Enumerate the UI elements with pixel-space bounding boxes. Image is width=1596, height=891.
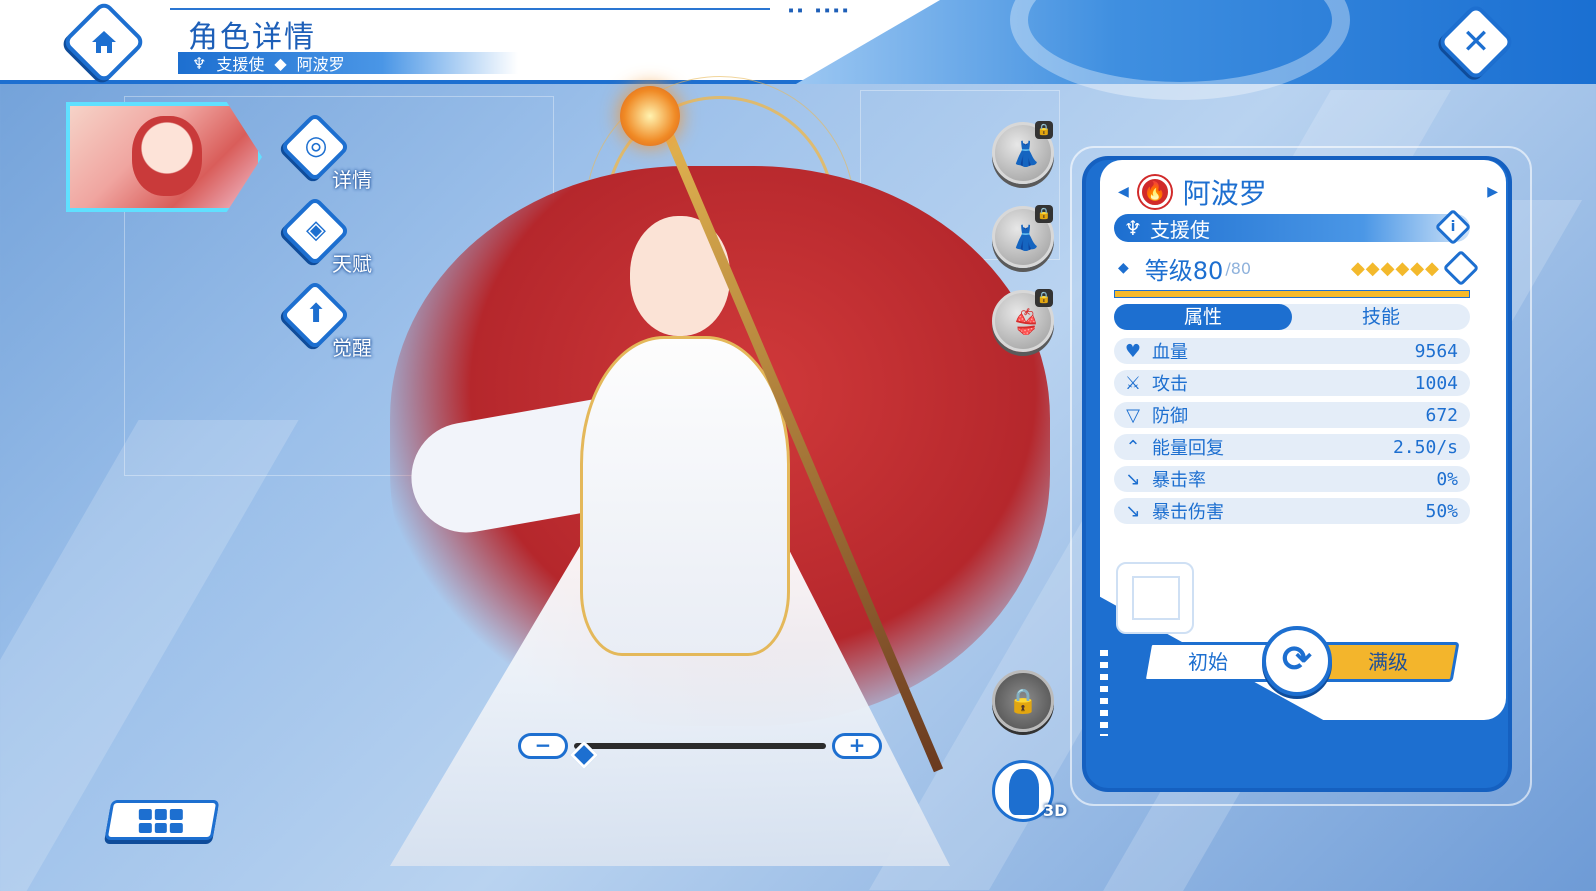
home-icon	[92, 31, 116, 53]
panel-tabs: 属性 技能	[1114, 304, 1470, 330]
shield-icon: ▽	[1126, 404, 1140, 426]
level-max: /80	[1225, 258, 1252, 278]
stat-name: 能量回复	[1152, 438, 1224, 459]
stat-row-crit-damage: ↘ 暴击伤害 50%	[1114, 498, 1470, 524]
stat-row-hp: ♥ 血量 9564	[1114, 338, 1470, 364]
heart-icon: ♥	[1124, 340, 1142, 362]
outfit-dress-2-button[interactable]: 👗 🔒	[992, 205, 1054, 268]
zoom-track[interactable]	[569, 740, 826, 770]
character-list-button[interactable]	[104, 800, 220, 840]
exp-bar	[1114, 290, 1470, 298]
level-preview-toggle: 初始 满级 ⟳	[1142, 626, 1460, 696]
stat-row-energy-regen: ⌃ 能量回复 2.50/s	[1114, 434, 1470, 460]
swimsuit-icon: 👙	[1011, 308, 1041, 336]
role-icon: ♆	[192, 53, 207, 73]
stat-row-defense: ▽ 防御 672	[1114, 402, 1470, 428]
energy-icon: ⌃	[1125, 436, 1141, 458]
prev-character-arrow-icon[interactable]: ◀	[1118, 184, 1129, 200]
lock-icon: 🔒	[1035, 289, 1053, 307]
diamond-bullet-icon: ◆	[274, 53, 287, 73]
close-icon: ✕	[1461, 22, 1491, 62]
level-label: 等级80	[1144, 256, 1224, 285]
stat-value: 0%	[1436, 468, 1458, 490]
role-bar: ♆ 支援使 i	[1114, 208, 1472, 246]
star-rating: ◆◆◆◆◆◆	[1350, 257, 1440, 279]
stat-name: 攻击	[1152, 374, 1188, 395]
outfit-dress-1-button[interactable]: 👗 🔒	[992, 121, 1054, 184]
character-silhouette-icon	[1009, 769, 1039, 815]
panel-tick-decoration	[1100, 650, 1108, 736]
header-role: 支援使	[216, 55, 265, 74]
stat-value: 1004	[1414, 372, 1458, 394]
swap-icon[interactable]: ⟳	[1262, 626, 1332, 696]
sword-icon: ⚔	[1124, 372, 1142, 394]
header-character-name: 阿波罗	[296, 55, 345, 74]
crit-rate-icon: ↘	[1125, 468, 1141, 490]
character-illustration[interactable]	[330, 76, 1070, 891]
header-dots: ▪▪ ▪▪▪▪	[788, 5, 852, 16]
lock-icon: 🔒	[1035, 205, 1053, 223]
level-row: ◆ 等级80 /80 ◆◆◆◆◆◆	[1118, 249, 1480, 287]
zoom-in-button[interactable]: +	[832, 733, 882, 759]
fire-icon: 🔥	[1138, 176, 1171, 208]
stat-row-attack: ⚔ 攻击 1004	[1114, 370, 1470, 396]
crit-damage-icon: ↘	[1125, 500, 1141, 522]
header-bar: ▪▪ ▪▪▪▪ 角色详情 ♆ 支援使 ◆ 阿波罗 ✕	[0, 0, 1596, 100]
page-title: 角色详情	[188, 20, 316, 55]
tab-skills[interactable]: 技能	[1292, 304, 1470, 330]
header-ring-decoration	[1010, 0, 1350, 100]
stat-name: 暴击率	[1152, 470, 1206, 491]
stat-value: 9564	[1414, 340, 1458, 362]
view-3d-button[interactable]: 3D	[992, 760, 1067, 822]
initial-level-label: 初始	[1188, 650, 1228, 674]
zoom-out-button[interactable]: −	[518, 733, 568, 759]
stat-value: 50%	[1425, 500, 1458, 522]
awaken-arrow-icon: ⬆	[305, 299, 327, 329]
exp-bar-fill	[1115, 291, 1469, 297]
padlock-icon: 🔒	[1008, 687, 1038, 715]
role-label: 支援使	[1149, 217, 1210, 242]
empty-slot-icon	[1132, 576, 1180, 620]
view-3d-label: 3D	[1043, 801, 1068, 820]
equipment-slot[interactable]	[1116, 562, 1194, 634]
stat-value: 2.50/s	[1392, 436, 1458, 458]
stat-value: 672	[1425, 404, 1458, 426]
tab-attributes[interactable]: 属性	[1114, 304, 1292, 330]
character-torso	[580, 336, 790, 656]
stat-name: 暴击伤害	[1152, 502, 1224, 523]
preview-eye-button[interactable]	[1442, 249, 1480, 287]
max-level-label: 满级	[1368, 650, 1408, 674]
title-underline	[170, 8, 770, 10]
dress-icon: 👗	[1011, 140, 1041, 168]
home-button[interactable]	[61, 0, 147, 85]
info-icon: i	[1450, 219, 1456, 235]
target-icon: ◎	[304, 131, 328, 161]
stat-name: 防御	[1152, 406, 1188, 427]
portrait-face	[132, 116, 202, 196]
dress-icon: 👗	[1011, 224, 1041, 252]
character-name-row: ◀ 🔥 阿波罗 ▶	[1118, 174, 1498, 210]
stat-row-crit-rate: ↘ 暴击率 0%	[1114, 466, 1470, 492]
talent-icon: ◈	[306, 215, 326, 245]
stat-name: 血量	[1152, 342, 1188, 363]
role-icon: ♆	[1124, 216, 1142, 240]
lock-view-button[interactable]: 🔒	[992, 670, 1054, 732]
character-name: 阿波罗	[1182, 177, 1267, 210]
next-character-arrow-icon[interactable]: ▶	[1487, 184, 1498, 200]
lock-icon: 🔒	[1035, 121, 1053, 139]
zoom-slider[interactable]: − +	[518, 733, 882, 770]
grid-icon	[138, 809, 183, 833]
staff-sun-ornament	[620, 86, 680, 146]
character-portrait[interactable]	[66, 102, 262, 212]
outfit-swimsuit-button[interactable]: 👙 🔒	[992, 289, 1054, 352]
diamond-bullet-icon: ◆	[1118, 260, 1129, 276]
header-subtitle: ♆ 支援使 ◆ 阿波罗	[178, 52, 518, 74]
